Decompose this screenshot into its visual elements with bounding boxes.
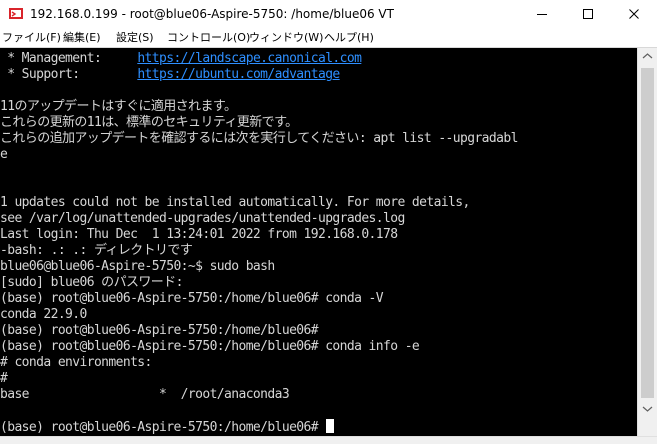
support-link[interactable]: https://ubuntu.com/advantage [137,67,340,82]
close-button[interactable] [611,0,657,28]
menu-settings[interactable]: 設定(S) [116,28,154,47]
vertical-scrollbar[interactable] [637,48,657,436]
terminal-line: e [0,147,8,162]
terminal-line: -bash: .: .: ディレクトリです [0,243,193,258]
terminal-line: # conda environments: [0,355,152,370]
menu-control[interactable]: コントロール(O) [167,28,250,47]
terminal-line: 11のアップデートはすぐに適用されます。 [0,99,237,114]
terminal-line: * Support: https://ubuntu.com/advantage [0,67,340,83]
management-link[interactable]: https://landscape.canonical.com [137,51,362,66]
chevron-down-icon [642,406,653,412]
menu-bar: ファイル(F) 編集(E) 設定(S) コントロール(O) ウィンドウ(W) ヘ… [0,28,657,48]
scroll-thumb[interactable] [641,68,654,398]
terminal-screen[interactable]: * Management: https://landscape.canonica… [0,48,637,436]
window-title: 192.168.0.199 - root@blue06-Aspire-5750:… [30,7,394,21]
menu-edit[interactable]: 編集(E) [63,28,101,47]
teraterm-icon [9,8,23,19]
text-cursor [326,419,335,433]
terminal-line: 1 updates could not be installed automat… [0,195,470,210]
terminal-prompt: (base) root@blue06-Aspire-5750:/home/blu… [0,420,326,435]
title-bar[interactable]: 192.168.0.199 - root@blue06-Aspire-5750:… [0,0,657,28]
terminal-line: (base) root@blue06-Aspire-5750:/home/blu… [0,323,319,338]
chevron-up-icon [642,53,653,59]
terminal-line: # [0,371,8,386]
maximize-icon [583,9,593,19]
menu-window[interactable]: ウィンドウ(W) [249,28,323,47]
close-icon [629,9,639,19]
window-bottom-edge [0,436,657,444]
terminal-line: see /var/log/unattended-upgrades/unatten… [0,211,405,226]
scroll-down-button[interactable] [638,401,657,418]
menu-file[interactable]: ファイル(F) [2,28,61,47]
terminal-line: これらの更新の11は、標準のセキュリティ更新です。 [0,115,298,130]
minimize-button[interactable] [519,0,565,28]
terminal-text: * Management: [0,51,138,66]
scroll-up-button[interactable] [638,48,657,65]
terminal-line: * Management: https://landscape.canonica… [0,51,362,67]
terminal-prompt-line[interactable]: (base) root@blue06-Aspire-5750:/home/blu… [0,419,335,435]
terminal-line: [sudo] blue06 のパスワード: [0,275,183,290]
menu-help[interactable]: ヘルプ(H) [324,28,374,47]
terminal-line: (base) root@blue06-Aspire-5750:/home/blu… [0,291,384,306]
terminal-line: これらの追加アップデートを確認するには次を実行してください: apt list … [0,131,518,146]
maximize-button[interactable] [565,0,611,28]
terminal-line: conda 22.9.0 [0,307,87,322]
terminal-line: (base) root@blue06-Aspire-5750:/home/blu… [0,339,420,354]
terminal-line: blue06@blue06-Aspire-5750:~$ sudo bash [0,259,275,274]
terminal-line: base * /root/anaconda3 [0,387,290,402]
terminal-text: * Support: [0,67,138,82]
terminal-line: Last login: Thu Dec 1 13:24:01 2022 from… [0,227,398,242]
minimize-icon [537,14,547,15]
